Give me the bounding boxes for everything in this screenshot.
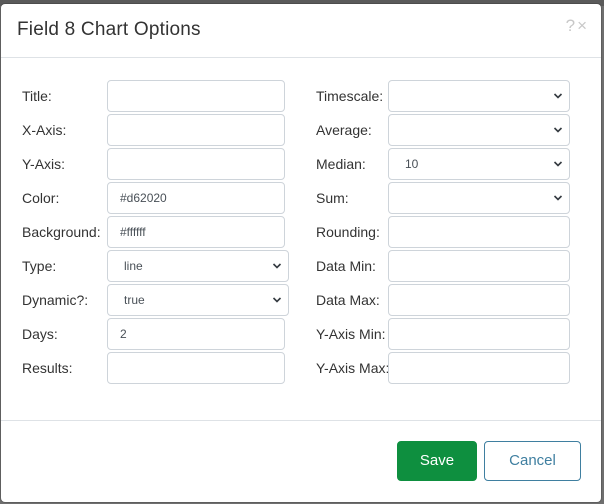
days-input[interactable]: 2 [107,318,285,350]
form-row-rounding: Rounding: [301,216,601,248]
type-select-value: line [124,259,143,273]
color-input[interactable]: #d62020 [107,182,285,214]
form-row-background: Background: #ffffff [1,216,301,248]
data-max-label: Data Max: [316,292,380,308]
color-label: Color: [22,190,60,206]
form-row-x-axis: X-Axis: [1,114,301,146]
background-input[interactable]: #ffffff [107,216,285,248]
form-row-average: Average: [301,114,601,146]
timescale-select[interactable] [388,80,570,112]
form-row-data-max: Data Max: [301,284,601,316]
dynamic-select-value: true [124,293,145,307]
median-select-value: 10 [405,157,419,171]
rounding-label: Rounding: [316,224,380,240]
chevron-down-icon [553,127,563,133]
form-row-y-axis-max: Y-Axis Max: [301,352,601,384]
y-axis-min-input[interactable] [388,318,570,350]
chevron-down-icon [553,195,563,201]
y-axis-min-label: Y-Axis Min: [316,326,386,342]
timescale-label: Timescale: [316,88,384,104]
title-label: Title: [22,88,52,104]
close-icon[interactable]: × [577,16,587,36]
y-axis-max-input[interactable] [388,352,570,384]
form-row-type: Type: line [1,250,301,282]
help-icon[interactable]: ? [566,16,575,36]
form-row-sum: Sum: [301,182,601,214]
chart-options-dialog: Field 8 Chart Options ? × Title: X-Axis:… [1,4,601,502]
data-min-input[interactable] [388,250,570,282]
dynamic-label: Dynamic?: [22,292,89,308]
dialog-footer: Save Cancel [1,420,601,502]
data-min-label: Data Min: [316,258,376,274]
dialog-body: Title: X-Axis: Y-Axis: Color: #d62020 Ba… [1,58,601,420]
save-button[interactable]: Save [397,441,477,481]
header-icons: ? × [566,16,587,36]
form-row-dynamic: Dynamic?: true [1,284,301,316]
median-select[interactable]: 10 [388,148,570,180]
title-input[interactable] [107,80,285,112]
sum-label: Sum: [316,190,349,206]
form-row-days: Days: 2 [1,318,301,350]
dynamic-select[interactable]: true [107,284,289,316]
type-select[interactable]: line [107,250,289,282]
x-axis-input[interactable] [107,114,285,146]
form-row-timescale: Timescale: [301,80,601,112]
average-select[interactable] [388,114,570,146]
cancel-button[interactable]: Cancel [484,441,581,481]
chevron-down-icon [272,297,282,303]
rounding-input[interactable] [388,216,570,248]
sum-select[interactable] [388,182,570,214]
background-label: Background: [22,224,101,240]
form-row-color: Color: #d62020 [1,182,301,214]
form-row-median: Median: 10 [301,148,601,180]
median-label: Median: [316,156,366,172]
y-axis-max-label: Y-Axis Max: [316,360,390,376]
form-row-y-axis-min: Y-Axis Min: [301,318,601,350]
x-axis-label: X-Axis: [22,122,67,138]
dialog-header: Field 8 Chart Options ? × [1,4,601,58]
y-axis-input[interactable] [107,148,285,180]
chevron-down-icon [553,93,563,99]
type-label: Type: [22,258,57,274]
average-label: Average: [316,122,372,138]
chevron-down-icon [553,161,563,167]
data-max-input[interactable] [388,284,570,316]
y-axis-label: Y-Axis: [22,156,66,172]
dialog-title: Field 8 Chart Options [17,19,201,40]
results-input[interactable] [107,352,285,384]
form-row-data-min: Data Min: [301,250,601,282]
form-row-title: Title: [1,80,301,112]
results-label: Results: [22,360,73,376]
form-row-results: Results: [1,352,301,384]
days-label: Days: [22,326,58,342]
form-row-y-axis: Y-Axis: [1,148,301,180]
chevron-down-icon [272,263,282,269]
